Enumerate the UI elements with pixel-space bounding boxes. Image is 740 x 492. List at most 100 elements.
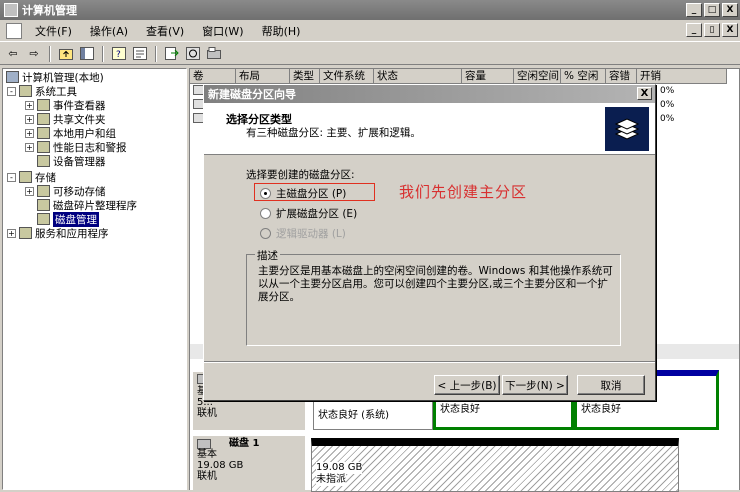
- child-minimize-button[interactable]: _: [686, 23, 702, 37]
- tree-node-icon: [37, 113, 50, 125]
- disk-1-name: 磁盘 1: [229, 438, 260, 449]
- tree-item[interactable]: + 性能日志和警报: [25, 140, 127, 154]
- properties-icon[interactable]: [131, 45, 149, 63]
- column-header[interactable]: 布局: [236, 69, 290, 84]
- dialog-header: 选择分区类型 有三种磁盘分区: 主要、扩展和逻辑。: [204, 103, 655, 155]
- new-partition-wizard: 新建磁盘分区向导 X 选择分区类型 有三种磁盘分区: 主要、扩展和逻辑。 选择要…: [203, 84, 656, 401]
- unallocated-status: 未指派: [316, 474, 346, 486]
- column-header[interactable]: 空闲空间: [514, 69, 561, 84]
- toolbar-separator: [155, 45, 157, 62]
- tree-item[interactable]: 设备管理器: [25, 154, 106, 168]
- expand-icon[interactable]: +: [25, 186, 34, 196]
- column-header[interactable]: % 空闲: [561, 69, 606, 84]
- description-group-label: 描述: [255, 248, 280, 263]
- volume-overhead: 0%: [660, 114, 675, 124]
- tree-item-label: 共享文件夹: [53, 113, 106, 126]
- refresh-icon[interactable]: [184, 45, 202, 63]
- dialog-close-button[interactable]: X: [637, 87, 652, 100]
- tree-item-label: 服务和应用程序: [35, 227, 109, 240]
- tree-item[interactable]: - 系统工具: [7, 84, 77, 98]
- tree-item[interactable]: 磁盘管理: [25, 211, 99, 227]
- help-icon[interactable]: ?: [110, 45, 128, 63]
- menu-action[interactable]: 操作(A): [81, 23, 137, 39]
- tree-item[interactable]: + 可移动存储: [25, 184, 106, 198]
- radio-primary-partition[interactable]: 主磁盘分区 (P): [260, 186, 346, 201]
- column-header[interactable]: 类型: [290, 69, 320, 84]
- tree-item-label: 性能日志和警报: [53, 141, 127, 154]
- disk-drive-icon: [197, 438, 211, 449]
- tree-item-label: 可移动存储: [53, 185, 106, 198]
- collapse-icon[interactable]: -: [7, 86, 16, 96]
- disk-settings-icon[interactable]: [205, 45, 223, 63]
- tree-item[interactable]: + 本地用户和组: [25, 126, 116, 140]
- svg-text:?: ?: [116, 50, 121, 60]
- tree-item[interactable]: 磁盘碎片整理程序: [25, 198, 137, 212]
- disk-1-unallocated[interactable]: 19.08 GB 未指派: [311, 438, 679, 492]
- forward-arrow-icon[interactable]: ⇨: [25, 45, 43, 63]
- computer-management-icon: [4, 3, 18, 17]
- expand-icon[interactable]: +: [7, 228, 16, 238]
- menu-view[interactable]: 查看(V): [137, 23, 193, 39]
- cancel-button[interactable]: 取消: [577, 375, 645, 395]
- tree-item[interactable]: + 服务和应用程序: [7, 226, 109, 240]
- column-header[interactable]: 状态: [374, 69, 462, 84]
- column-header[interactable]: 容量: [462, 69, 514, 84]
- tree-item-label: 系统工具: [35, 85, 77, 98]
- tree-node-icon: [37, 99, 50, 111]
- column-header[interactable]: 容错: [606, 69, 637, 84]
- close-button[interactable]: X: [722, 3, 738, 17]
- window-title: 计算机管理: [22, 4, 77, 17]
- tree-node-icon: [37, 199, 50, 211]
- expand-icon[interactable]: +: [25, 114, 34, 124]
- toolbar: ⇦ ⇨ ?: [0, 43, 740, 65]
- tree-item-label: 事件查看器: [53, 99, 106, 112]
- tree-item-label: 设备管理器: [53, 155, 106, 168]
- disk-1-size: 19.08 GB: [197, 460, 244, 471]
- disk-1-info[interactable]: 磁盘 1 基本 19.08 GB 联机: [193, 436, 305, 492]
- tree-item[interactable]: + 事件查看器: [25, 98, 106, 112]
- radio-label: 扩展磁盘分区 (E): [276, 208, 358, 220]
- minimize-button[interactable]: _: [686, 3, 702, 17]
- back-arrow-icon[interactable]: ⇦: [4, 45, 22, 63]
- tree-item[interactable]: + 共享文件夹: [25, 112, 106, 126]
- up-level-icon[interactable]: [57, 45, 75, 63]
- tree-root-label: 计算机管理(本地): [22, 71, 104, 84]
- tree-node-icon: [37, 141, 50, 153]
- child-close-button[interactable]: X: [722, 23, 738, 37]
- dialog-separator: [204, 361, 655, 363]
- tree-root[interactable]: 计算机管理(本地): [6, 70, 104, 84]
- window-title-bar: 计算机管理 _ □ X: [0, 0, 740, 20]
- back-button[interactable]: < 上一步(B): [434, 375, 500, 395]
- tree-item-label: 存储: [35, 171, 56, 184]
- collapse-icon[interactable]: -: [7, 172, 16, 182]
- show-hide-tree-icon[interactable]: [78, 45, 96, 63]
- volume-list-header: 卷布局 类型 文件系统 状态 容量 空闲空间% 空闲 容错 开销: [190, 69, 727, 84]
- menu-window[interactable]: 窗口(W): [193, 23, 252, 39]
- volume-overhead: 0%: [660, 86, 675, 96]
- disk-0-status: 联机: [197, 408, 217, 419]
- column-header[interactable]: 开销: [637, 69, 727, 84]
- dialog-subheading: 有三种磁盘分区: 主要、扩展和逻辑。: [246, 127, 421, 139]
- tree-node-icon: [19, 85, 32, 97]
- expand-icon[interactable]: +: [25, 128, 34, 138]
- menu-file[interactable]: 文件(F): [26, 23, 81, 39]
- tree-node-icon: [37, 213, 50, 225]
- next-button[interactable]: 下一步(N) >: [502, 375, 568, 395]
- tree-node-icon: [37, 127, 50, 139]
- console-tree: 计算机管理(本地) - 系统工具 + 事件查看器 + 共享文件夹 + 本地用户和组 + 性能日志和…: [2, 68, 187, 490]
- expand-icon[interactable]: +: [25, 100, 34, 110]
- maximize-button[interactable]: □: [704, 3, 720, 17]
- export-list-icon[interactable]: [163, 45, 181, 63]
- mmc-doc-icon: [6, 22, 22, 39]
- expand-icon[interactable]: +: [25, 142, 34, 152]
- tree-item[interactable]: - 存储: [7, 170, 56, 184]
- radio-extended-partition[interactable]: 扩展磁盘分区 (E): [260, 206, 357, 221]
- child-restore-button[interactable]: ▯: [704, 23, 720, 37]
- toolbar-separator: [49, 45, 51, 62]
- tree-node-icon: [37, 155, 50, 167]
- radio-indicator: [260, 188, 271, 199]
- partition-status: 状态良好: [581, 404, 621, 415]
- column-header[interactable]: 文件系统: [320, 69, 374, 84]
- menu-help[interactable]: 帮助(H): [253, 23, 310, 39]
- column-header[interactable]: 卷: [190, 69, 236, 84]
